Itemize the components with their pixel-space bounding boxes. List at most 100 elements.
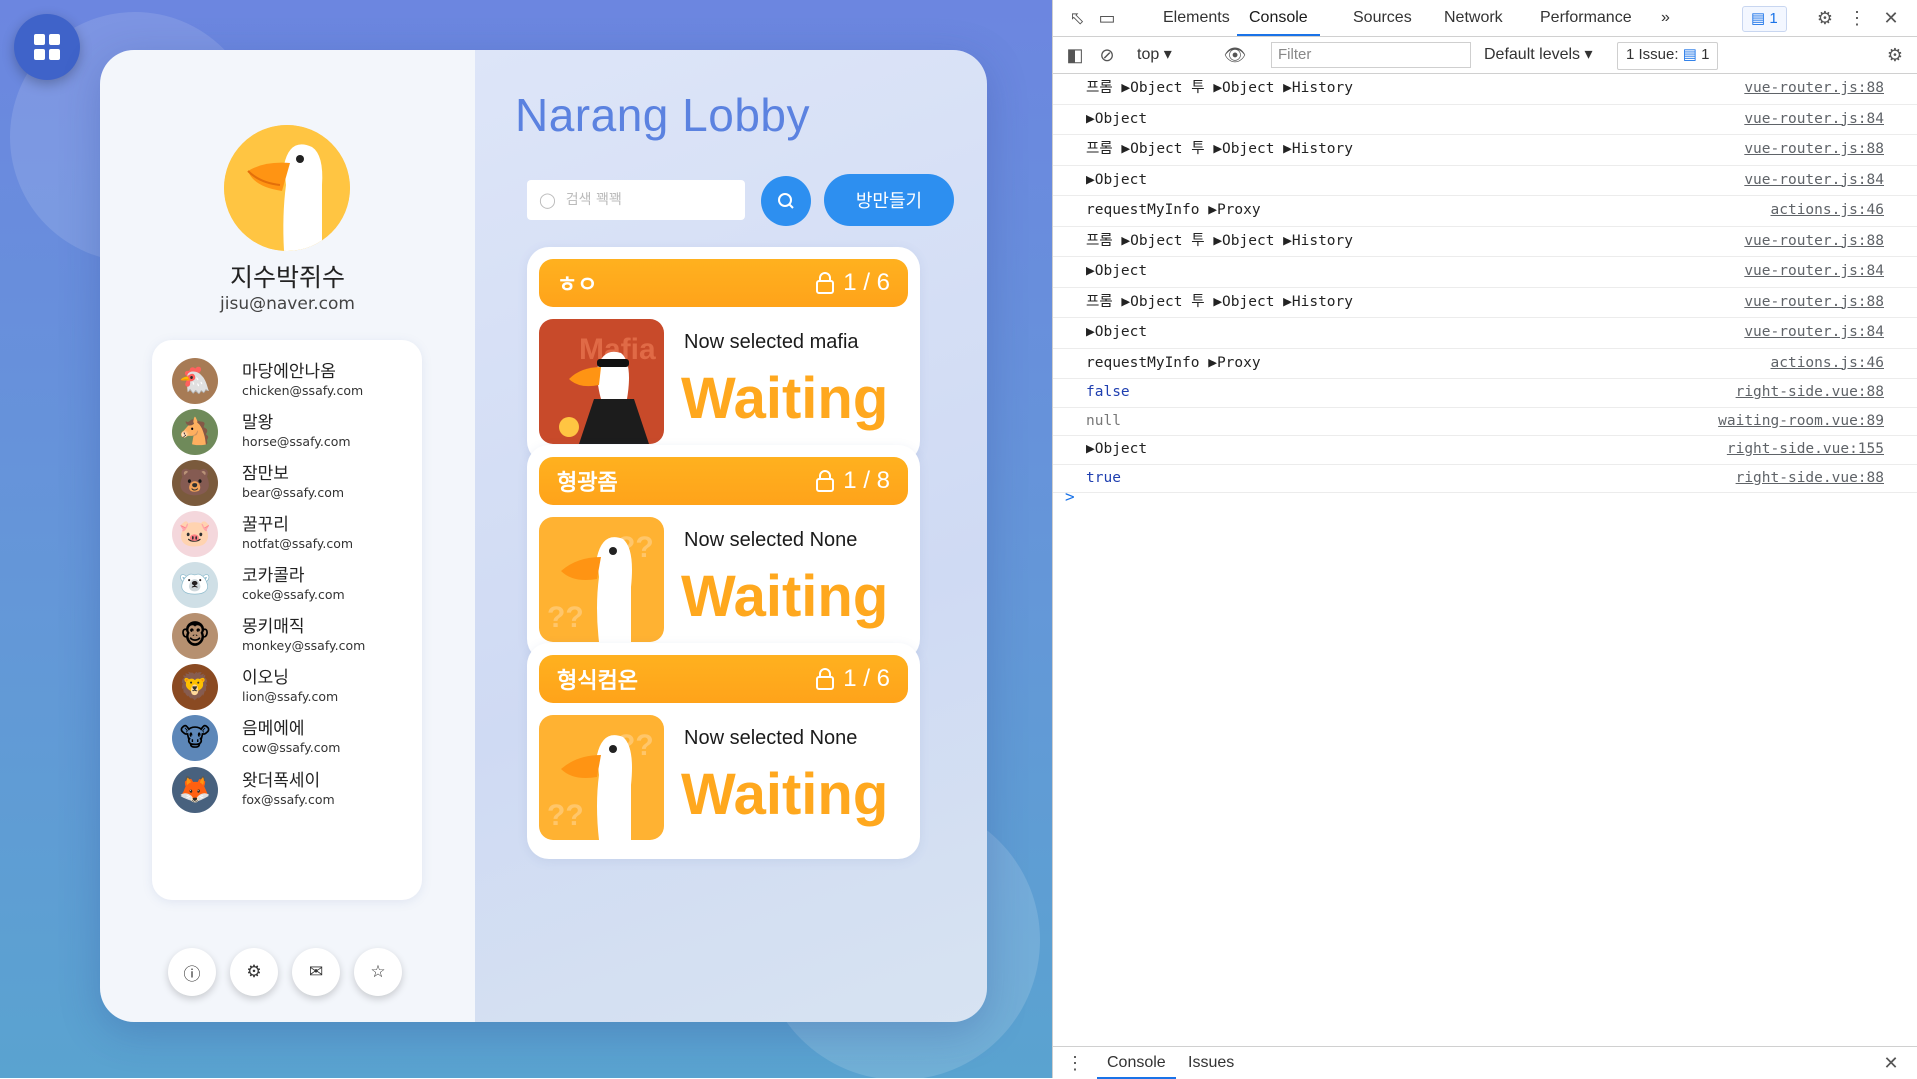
friend-email: horse@ssafy.com <box>242 434 351 449</box>
log-source-link[interactable]: vue-router.js:88 <box>1744 288 1884 317</box>
friend-item[interactable]: 🐴 말왕 horse@ssafy.com <box>172 407 417 457</box>
log-levels-dropdown[interactable]: Default levels ▾ <box>1484 37 1593 73</box>
friend-name: 음메에에 <box>242 719 305 739</box>
log-source-link[interactable]: actions.js:46 <box>1771 349 1885 378</box>
drawer-tab-issues[interactable]: Issues <box>1188 1047 1234 1078</box>
log-message: requestMyInfo ▶Proxy <box>1086 354 1261 371</box>
tab-console[interactable]: Console <box>1237 0 1320 36</box>
friend-item[interactable]: 🐷 꿀꾸리 notfat@ssafy.com <box>172 509 417 559</box>
log-source-link[interactable]: vue-router.js:88 <box>1744 135 1884 164</box>
log-source-link[interactable]: actions.js:46 <box>1771 196 1885 225</box>
log-source-link[interactable]: vue-router.js:84 <box>1744 166 1884 195</box>
info-button[interactable]: ⓘ <box>168 948 216 996</box>
log-entry[interactable]: 프롬 ▶Object 투 ▶Object ▶History vue-router.… <box>1053 135 1917 166</box>
close-drawer-icon[interactable]: ✕ <box>1879 1051 1903 1075</box>
log-source-link[interactable]: waiting-room.vue:89 <box>1718 408 1884 435</box>
log-entry[interactable]: ▶Object vue-router.js:84 <box>1053 166 1917 196</box>
tab-performance[interactable]: Performance <box>1540 0 1632 36</box>
friend-item[interactable]: 🐻‍❄️ 코카콜라 coke@ssafy.com <box>172 560 417 610</box>
tab-elements[interactable]: Elements <box>1163 0 1230 36</box>
clear-console-icon[interactable]: ⊘ <box>1095 43 1119 67</box>
log-entry[interactable]: false right-side.vue:88 <box>1053 379 1917 408</box>
log-source-link[interactable]: right-side.vue:88 <box>1736 379 1884 406</box>
devtools-panel: ⬁ ▭ Elements Console Sources Network Per… <box>1052 0 1917 1079</box>
tab-network[interactable]: Network <box>1444 0 1503 36</box>
room-thumbnail: Mafia <box>539 319 664 444</box>
room-card[interactable]: 형광좀 1 / 8 ?? ?? Now selected None Waitin… <box>527 445 920 661</box>
close-icon[interactable]: ✕ <box>1879 6 1903 30</box>
room-status: Waiting <box>681 564 889 629</box>
search-input[interactable] <box>563 191 728 209</box>
room-count-text: 1 / 6 <box>843 665 890 692</box>
log-source-link[interactable]: vue-router.js:84 <box>1744 257 1884 286</box>
eye-icon[interactable]: 👁 <box>1223 43 1247 67</box>
log-source-link[interactable]: vue-router.js:88 <box>1744 227 1884 256</box>
room-count-text: 1 / 8 <box>843 467 890 494</box>
search-field[interactable]: ◯ <box>527 180 745 220</box>
room-card[interactable]: 형식컴온 1 / 6 ?? ?? Now selected None Waiti… <box>527 643 920 859</box>
friend-avatar: 🦊 <box>172 767 218 813</box>
favorite-button[interactable]: ☆ <box>354 948 402 996</box>
drawer-menu-icon[interactable]: ⋮ <box>1063 1051 1087 1075</box>
log-entry[interactable]: ▶Object vue-router.js:84 <box>1053 105 1917 135</box>
console-prompt[interactable]: > <box>1065 487 1075 506</box>
log-entry[interactable]: ▶Object vue-router.js:84 <box>1053 318 1917 349</box>
mail-button[interactable]: ✉ <box>292 948 340 996</box>
log-entry[interactable]: true right-side.vue:88 <box>1053 465 1917 493</box>
log-message: ▶Object <box>1086 110 1148 127</box>
gear-icon[interactable]: ⚙ <box>1813 6 1837 30</box>
log-entry[interactable]: requestMyInfo ▶Proxy actions.js:46 <box>1053 196 1917 227</box>
friend-item[interactable]: 🐔 마당에안나옴 chicken@ssafy.com <box>172 356 417 406</box>
room-card[interactable]: ㅎㅇ 1 / 6 Mafia Now selected mafia Waitin… <box>527 247 920 463</box>
room-selected-game: Now selected mafia <box>684 331 859 353</box>
menu-grid-button[interactable] <box>14 14 80 80</box>
friend-email: lion@ssafy.com <box>242 689 339 704</box>
log-entry[interactable]: ▶Object right-side.vue:155 <box>1053 436 1917 465</box>
log-entry[interactable]: null waiting-room.vue:89 <box>1053 408 1917 436</box>
friend-avatar: 🐵 <box>172 613 218 659</box>
settings-button[interactable]: ⚙ <box>230 948 278 996</box>
friend-email: cow@ssafy.com <box>242 740 341 755</box>
log-entry[interactable]: requestMyInfo ▶Proxy actions.js:46 <box>1053 349 1917 379</box>
log-entry[interactable]: 프롬 ▶Object 투 ▶Object ▶History vue-router.… <box>1053 74 1917 105</box>
friend-item[interactable]: 🦁 이오닝 lion@ssafy.com <box>172 662 417 712</box>
log-source-link[interactable]: right-side.vue:155 <box>1727 436 1884 463</box>
search-button[interactable] <box>761 176 811 226</box>
friend-item[interactable]: 🦊 왓더폭세이 fox@ssafy.com <box>172 765 417 815</box>
friend-email: bear@ssafy.com <box>242 485 345 500</box>
console-toolbar: ◧ ⊘ top ▾ 👁 Filter Default levels ▾ 1 Is… <box>1053 37 1917 74</box>
inspect-element-icon[interactable]: ⬁ <box>1065 6 1089 30</box>
log-message: 프롬 ▶Object 투 ▶Object ▶History <box>1086 232 1353 249</box>
console-settings-gear-icon[interactable]: ⚙ <box>1883 43 1907 67</box>
mail-icon: ✉ <box>308 962 324 982</box>
message-icon: ▤ <box>1751 10 1766 27</box>
tab-sources[interactable]: Sources <box>1353 0 1412 36</box>
friend-item[interactable]: 🐮 음메에에 cow@ssafy.com <box>172 713 417 763</box>
log-source-link[interactable]: vue-router.js:88 <box>1744 74 1884 103</box>
log-source-link[interactable]: vue-router.js:84 <box>1744 318 1884 347</box>
friend-name: 이오닝 <box>242 668 289 688</box>
friend-email: notfat@ssafy.com <box>242 536 354 551</box>
more-tabs-chevron-icon[interactable]: » <box>1661 0 1670 36</box>
drawer-tab-console[interactable]: Console <box>1097 1047 1176 1079</box>
device-toolbar-icon[interactable]: ▭ <box>1095 6 1119 30</box>
friend-item[interactable]: 🐵 몽키매직 monkey@ssafy.com <box>172 611 417 661</box>
sidebar-toggle-icon[interactable]: ◧ <box>1063 43 1087 67</box>
log-message: ▶Object <box>1086 171 1148 188</box>
friend-item[interactable]: 🐻 잠만보 bear@ssafy.com <box>172 458 417 508</box>
message-count: 1 <box>1769 10 1778 27</box>
friend-email: chicken@ssafy.com <box>242 383 364 398</box>
issues-button[interactable]: 1 Issue: ▤ 1 <box>1617 42 1719 70</box>
log-source-link[interactable]: vue-router.js:84 <box>1744 105 1884 134</box>
log-message: 프롬 ▶Object 투 ▶Object ▶History <box>1086 141 1353 157</box>
kebab-menu-icon[interactable]: ⋮ <box>1845 6 1869 30</box>
messages-badge[interactable]: ▤ 1 <box>1742 6 1787 32</box>
log-entry[interactable]: 프롬 ▶Object 투 ▶Object ▶History vue-router.… <box>1053 227 1917 257</box>
create-room-button[interactable]: 방만들기 <box>824 174 954 226</box>
log-source-link[interactable]: right-side.vue:88 <box>1736 465 1884 492</box>
filter-input[interactable]: Filter <box>1271 42 1471 68</box>
context-selector[interactable]: top ▾ <box>1137 37 1172 73</box>
log-entry[interactable]: 프롬 ▶Object 투 ▶Object ▶History vue-router.… <box>1053 288 1917 318</box>
chevron-down-icon: ▾ <box>1163 46 1172 63</box>
log-entry[interactable]: ▶Object vue-router.js:84 <box>1053 257 1917 288</box>
